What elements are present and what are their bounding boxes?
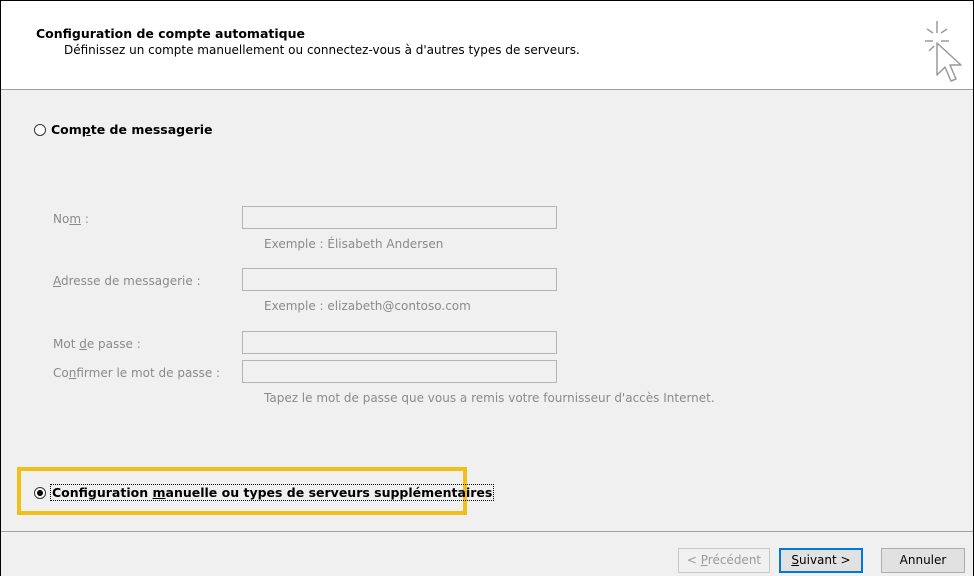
manual-config-label[interactable]: Configuration manuelle ou types de serve… [50, 484, 495, 501]
dialog-window: Configuration de compte automatique Défi… [0, 0, 974, 576]
confirm-password-label: Confirmer le mot de passe : [53, 366, 221, 380]
cursor-sparkle-icon [925, 21, 962, 82]
password-field[interactable] [242, 331, 557, 354]
name-label: Nom : [53, 212, 89, 226]
back-button[interactable]: < Précédent [678, 548, 770, 573]
email-account-radio[interactable] [34, 124, 46, 136]
manual-config-radio[interactable] [34, 487, 46, 499]
email-account-label[interactable]: Compte de messagerie [51, 122, 213, 137]
header-subtitle: Définissez un compte manuellement ou con… [64, 43, 580, 57]
name-hint: Exemple : Élisabeth Andersen [264, 237, 444, 251]
email-field[interactable] [242, 268, 557, 291]
email-label: Adresse de messagerie : [53, 274, 201, 288]
header-title: Configuration de compte automatique [36, 26, 305, 41]
email-hint: Exemple : elizabeth@contoso.com [264, 299, 471, 313]
name-field[interactable] [242, 206, 557, 229]
confirm-password-field[interactable] [242, 360, 557, 383]
password-label: Mot de passe : [53, 337, 141, 351]
dialog-header: Configuration de compte automatique Défi… [1, 1, 973, 90]
next-button[interactable]: Suivant > [779, 548, 863, 573]
password-hint: Tapez le mot de passe que vous a remis v… [264, 391, 715, 405]
cancel-button[interactable]: Annuler [881, 548, 965, 573]
dialog-footer: < Précédent Suivant > Annuler [1, 531, 973, 576]
